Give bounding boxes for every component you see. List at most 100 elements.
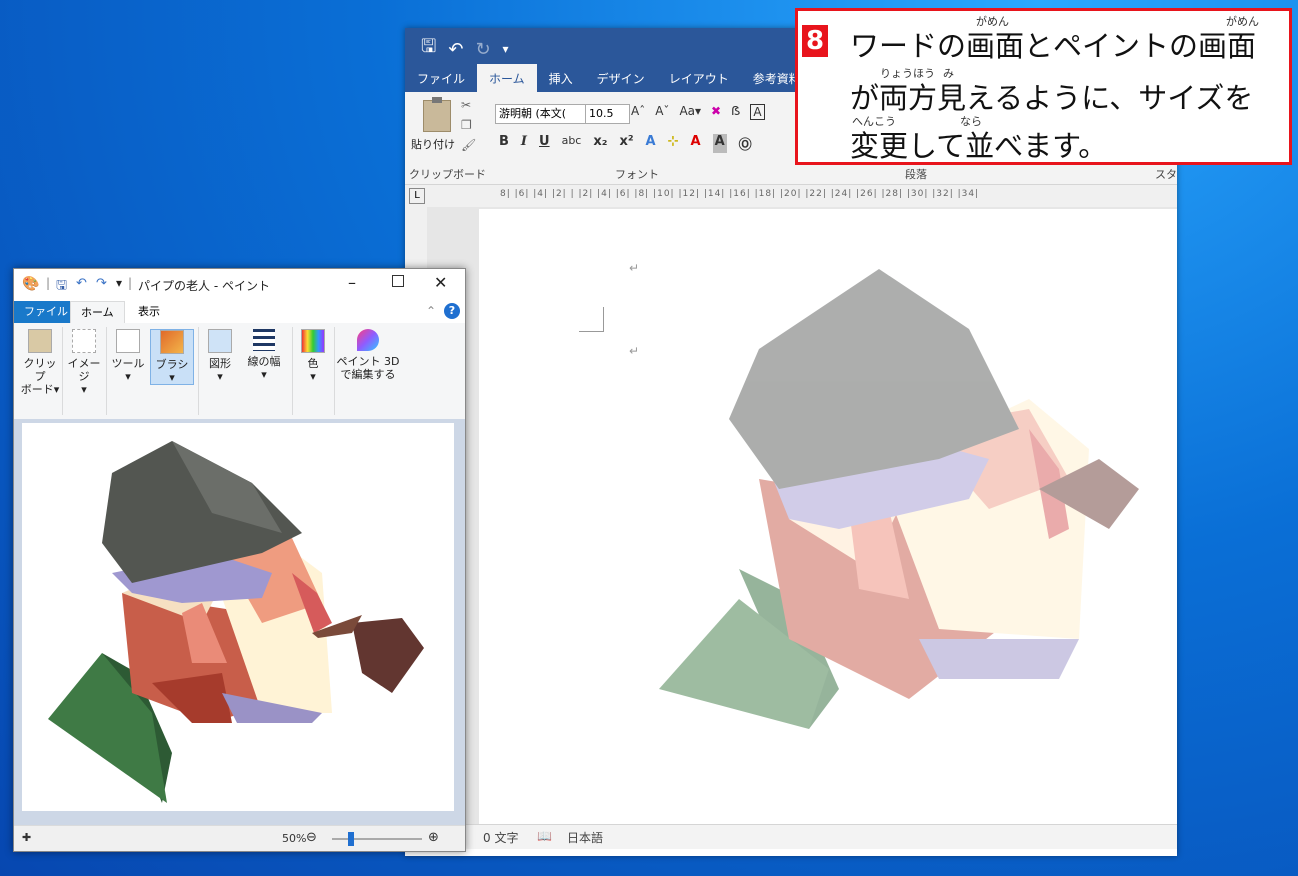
tool-label: ▾ — [310, 370, 316, 383]
cut-icon[interactable]: ✂ — [461, 98, 471, 112]
tab-insert[interactable]: 挿入 — [537, 64, 585, 92]
save-icon[interactable]: 🖫 — [421, 34, 436, 64]
bold-icon[interactable]: B — [499, 134, 509, 153]
tool-label: ▾ — [81, 383, 87, 396]
undo-icon[interactable]: ↶ — [448, 39, 463, 60]
language-indicator[interactable]: 日本語 — [567, 829, 603, 846]
close-icon[interactable]: ✕ — [434, 273, 447, 292]
ruler-numbers: 8| |6| |4| |2| | |2| |4| |6| |8| |10| |1… — [500, 189, 980, 199]
paint-window[interactable]: 🎨 | 🖫 ↶ ↷ ▾ | パイプの老人 - ペイント – ✕ ファイル ホーム… — [13, 268, 466, 852]
tab-home[interactable]: ホーム — [70, 301, 125, 324]
enclose-char-icon[interactable]: Ⓞ — [739, 134, 752, 153]
shapes-button[interactable]: 図形 ▾ — [200, 329, 240, 383]
paragraph-mark-icon: ↵ — [629, 261, 640, 275]
change-case-icon[interactable]: Aa▾ — [679, 104, 701, 120]
paint3d-icon — [357, 329, 379, 351]
customize-icon[interactable]: ▾ — [503, 42, 509, 56]
maximize-icon[interactable] — [392, 275, 404, 287]
document-page[interactable]: ↵ ↵ — [479, 209, 1177, 827]
inserted-image[interactable] — [639, 269, 1177, 729]
edit-with-paint3d-button[interactable]: ペイント 3D で編集する — [336, 329, 400, 381]
cursor-position-icon: ✚ — [22, 831, 32, 844]
tab-view[interactable]: 表示 — [128, 301, 170, 323]
select-icon — [72, 329, 96, 353]
tools-button[interactable]: ツール ▾ — [108, 329, 148, 383]
font-size-input[interactable]: 10.5 — [585, 104, 630, 124]
shrink-font-icon[interactable]: Aˇ — [655, 104, 669, 120]
zoom-out-icon[interactable]: ⊖ — [306, 830, 317, 845]
word-count[interactable]: 0 文字 — [483, 829, 518, 846]
image-button[interactable]: イメージ ▾ — [64, 329, 104, 396]
paragraph-mark-icon: ↵ — [629, 344, 640, 358]
brush-button[interactable]: ブラシ ▾ — [150, 329, 194, 385]
proofing-icon[interactable]: 📖 — [537, 829, 552, 843]
zoom-slider-track[interactable] — [332, 838, 422, 840]
colors-button[interactable]: 色 ▾ — [296, 329, 330, 383]
tool-label: イメージ — [67, 357, 101, 383]
paste-icon[interactable] — [423, 97, 451, 132]
tool-label: 色 — [307, 357, 319, 370]
instruction-line-3: 変更して並べます。 — [850, 129, 1108, 163]
tab-layout[interactable]: レイアウト — [657, 64, 741, 92]
tab-file[interactable]: ファイル — [14, 301, 78, 323]
font-color-icon[interactable]: A — [691, 134, 701, 153]
underline-icon[interactable]: U — [539, 134, 550, 153]
instruction-line-1: ワードの画面とペイントの画面 — [850, 29, 1257, 63]
canvas-area — [14, 419, 465, 825]
format-painter-icon[interactable]: 🖌 — [461, 138, 476, 152]
font-name-input[interactable]: 游明朝 (本文( — [495, 104, 586, 124]
char-border-icon[interactable]: A — [750, 104, 765, 120]
paint-title-bar[interactable]: 🎨 | 🖫 ↶ ↷ ▾ | パイプの老人 - ペイント – ✕ — [14, 269, 465, 301]
save-icon[interactable]: 🖫 — [56, 276, 67, 298]
tab-file[interactable]: ファイル — [405, 64, 477, 92]
zoom-in-icon[interactable]: ⊕ — [428, 830, 439, 845]
horizontal-ruler[interactable]: L 8| |6| |4| |2| | |2| |4| |6| |8| |10| … — [405, 185, 1177, 208]
group-label-clipboard: クリップボード — [409, 168, 486, 181]
shapes-icon — [208, 329, 232, 353]
group-label-font: フォント — [615, 168, 659, 181]
italic-icon[interactable]: I — [521, 134, 527, 153]
tab-home[interactable]: ホーム — [477, 64, 537, 92]
tool-label: ▾ — [125, 370, 131, 383]
clipboard-button[interactable]: クリップ ボード▾ — [20, 329, 60, 396]
group-label-style: スタ — [1155, 168, 1177, 181]
clear-format-icon[interactable]: ✖ — [711, 104, 721, 120]
paint-status-bar: ✚ 50% ⊖ ⊕ — [14, 825, 465, 851]
customize-icon[interactable]: ▾ — [116, 276, 122, 290]
phonetic-guide-icon[interactable]: ẞ — [731, 104, 740, 120]
collapse-ribbon-icon[interactable]: ⌃ — [426, 304, 436, 318]
char-shading-icon[interactable]: A — [712, 134, 727, 153]
strikethrough-icon[interactable]: abc — [562, 134, 582, 153]
text-effects-icon[interactable]: A — [646, 134, 656, 153]
tool-label: ペイント 3D — [336, 355, 400, 368]
subscript-icon[interactable]: x₂ — [593, 134, 607, 153]
zoom-level: 50% — [282, 832, 307, 845]
tool-label: クリップ — [23, 357, 57, 383]
superscript-icon[interactable]: x² — [619, 134, 633, 153]
paint-window-title: パイプの老人 - ペイント — [138, 279, 270, 293]
tool-label: ▾ — [217, 370, 223, 383]
undo-icon[interactable]: ↶ — [76, 276, 87, 291]
separator: | — [128, 276, 133, 290]
highlight-icon[interactable]: ⊹ — [668, 134, 679, 153]
tool-label: で編集する — [340, 368, 396, 381]
line-width-button[interactable]: 線の幅 ▾ — [244, 329, 284, 381]
grow-font-icon[interactable]: Aˆ — [631, 104, 645, 120]
tab-design[interactable]: デザイン — [585, 64, 657, 92]
redo-icon[interactable]: ↷ — [96, 276, 107, 291]
paint-app-icon[interactable]: 🎨 — [22, 276, 39, 292]
zoom-slider-thumb[interactable] — [348, 832, 354, 846]
margin-corner — [579, 307, 604, 332]
paint-canvas[interactable] — [22, 423, 454, 811]
tab-selector-icon[interactable]: L — [409, 188, 425, 204]
brush-icon — [160, 330, 184, 354]
help-icon[interactable]: ? — [444, 303, 460, 319]
paint-ribbon-tabs: ファイル ホーム 表示 ⌃ ? — [14, 301, 465, 324]
paste-button-label[interactable]: 貼り付け — [411, 136, 455, 152]
minimize-icon[interactable]: – — [348, 273, 356, 292]
canvas-image — [48, 441, 424, 803]
copy-icon[interactable]: ❐ — [461, 118, 472, 132]
instruction-line-2: が両方見えるように、サイズを — [850, 81, 1254, 115]
redo-icon[interactable]: ↻ — [475, 39, 490, 60]
tool-label: 線の幅 — [247, 355, 281, 368]
